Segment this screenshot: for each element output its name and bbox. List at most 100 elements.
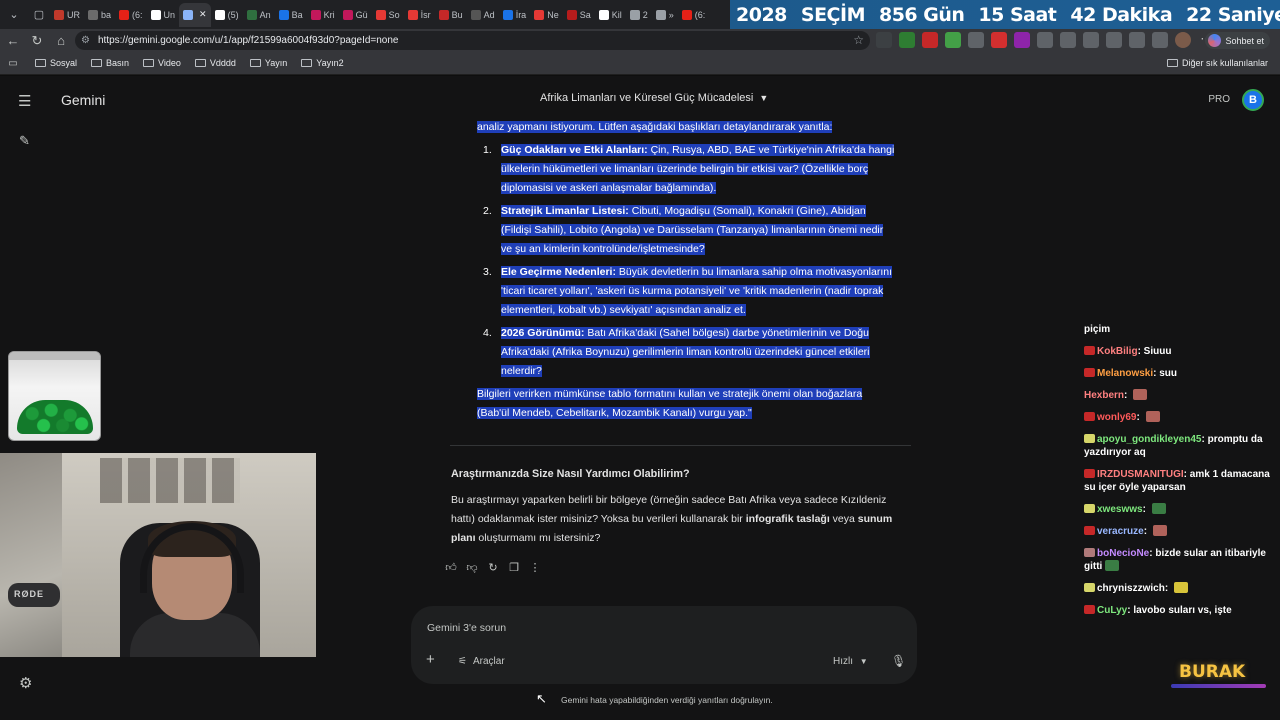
bookmark-folder[interactable]: Yayın: [249, 58, 287, 68]
extension-icon[interactable]: [968, 32, 984, 48]
chat-username[interactable]: boNecioNe: [1097, 548, 1149, 559]
browser-tab[interactable]: Ne: [530, 3, 563, 27]
screen: ⌄ ▢ UR ba (6: Un ✕ (5) An Ba Kri Gü So İsr Bu Ad İra Ne…: [0, 0, 1280, 720]
chat-username[interactable]: chryniszzwich: [1097, 583, 1165, 594]
prompt-outro: Bilgileri verirken mümkünse tablo format…: [477, 388, 863, 419]
other-favorites[interactable]: Diğer sık kullanılanlar: [1166, 58, 1268, 68]
bookmark-folder[interactable]: Yayın2: [301, 58, 344, 68]
sohbet-button[interactable]: Sohbet et: [1205, 32, 1270, 49]
folder-icon: [35, 59, 46, 67]
browser-tab[interactable]: Ad: [467, 3, 499, 27]
conversation-title[interactable]: Afrika Limanları ve Küresel Güç Mücadele…: [540, 92, 768, 104]
bookmark-label: Vdddd: [209, 58, 236, 68]
webcam-wall-frames: [100, 458, 240, 503]
copy-icon[interactable]: ❐: [508, 561, 520, 574]
thumbs-down-icon[interactable]: 👎︎: [466, 561, 478, 574]
browser-tab[interactable]: ba: [84, 3, 115, 27]
tab-search-icon[interactable]: ⌄: [3, 4, 25, 26]
bookmark-folder[interactable]: Basın: [91, 58, 129, 68]
chat-username[interactable]: CuLyy: [1097, 605, 1127, 616]
browser-tab[interactable]: İsr: [404, 3, 435, 27]
sidebar-icon[interactable]: [1060, 32, 1076, 48]
chat-username[interactable]: apoyu_gondikleyen45: [1097, 434, 1201, 445]
chat-badge-icon: [1084, 605, 1095, 614]
prompt-input-box[interactable]: Gemini 3'e sorun + ⚟ Araçlar Hızlı ▼ 🎙︎: [411, 606, 917, 684]
browser-tab[interactable]: (5): [211, 3, 243, 27]
extension-icon[interactable]: [922, 32, 938, 48]
chat-username[interactable]: veracruze: [1097, 526, 1144, 537]
chat-message: wonly69:: [1084, 411, 1276, 424]
model-speed-select[interactable]: Hızlı ▼: [833, 656, 868, 667]
gemini-brand[interactable]: Gemini: [61, 92, 105, 108]
home-icon[interactable]: ⌂: [49, 30, 73, 52]
browser-tab[interactable]: ✕: [179, 2, 211, 27]
chat-username[interactable]: KokBilig: [1097, 346, 1138, 357]
browser-tab[interactable]: Bu: [435, 3, 467, 27]
puzzle-icon[interactable]: [1037, 32, 1053, 48]
settings-gear-icon[interactable]: ⚙: [19, 674, 32, 692]
favorites-icon[interactable]: [1106, 32, 1122, 48]
chat-username[interactable]: Melanowski: [1097, 368, 1153, 379]
browser-tab[interactable]: Kil: [595, 3, 626, 27]
browser-tab[interactable]: »: [652, 3, 678, 27]
bookmark-label: Video: [158, 58, 181, 68]
prompt-intro: analiz yapmanı istiyorum. Lütfen aşağıda…: [477, 121, 833, 133]
extension-icon[interactable]: [1129, 32, 1145, 48]
bookmark-folder[interactable]: Vdddd: [194, 58, 236, 68]
site-info-icon[interactable]: ⚙: [81, 35, 90, 46]
chat-username[interactable]: wonly69: [1097, 412, 1136, 423]
chat-username[interactable]: Hexbern: [1084, 390, 1124, 401]
browser-tab[interactable]: İra: [499, 3, 531, 27]
bookmark-star-icon[interactable]: ☆: [853, 33, 864, 47]
microphone-icon[interactable]: 🎙︎: [891, 654, 906, 668]
chat-username[interactable]: IRZDUSMANITUGI: [1097, 469, 1184, 480]
extension-icon[interactable]: [945, 32, 961, 48]
browser-tab[interactable]: Ba: [275, 3, 307, 27]
address-bar[interactable]: ⚙ https://gemini.google.com/u/1/app/f215…: [75, 31, 870, 50]
browser-tab[interactable]: Un: [147, 3, 180, 27]
browser-tab[interactable]: (6:: [678, 3, 710, 27]
extension-icon[interactable]: [1083, 32, 1099, 48]
tab-favicon-icon: [438, 9, 449, 20]
tab-label: (6:: [694, 9, 706, 20]
add-attachment-icon[interactable]: +: [426, 651, 435, 668]
tab-label: (6:: [132, 9, 143, 20]
chat-username[interactable]: xweswws: [1097, 504, 1143, 515]
extension-icon[interactable]: [991, 32, 1007, 48]
browser-tab[interactable]: UR: [50, 3, 84, 27]
tab-label: ba: [101, 9, 112, 20]
collections-icon[interactable]: ▭: [1, 52, 25, 74]
streamer-name: BURAK: [1179, 662, 1246, 682]
browser-tab[interactable]: 2: [626, 3, 652, 27]
menu-icon[interactable]: ☰: [18, 92, 36, 110]
more-options-icon[interactable]: ⋮: [529, 561, 541, 574]
extension-icon[interactable]: [876, 32, 892, 48]
extension-icon[interactable]: [1014, 32, 1030, 48]
browser-tab[interactable]: So: [372, 3, 404, 27]
browser-tab[interactable]: Sa: [563, 3, 595, 27]
tab-label: (5): [227, 9, 239, 20]
tab-favicon-icon: [246, 9, 257, 20]
chat-message: CuLyy: lavobo suları vs, işte: [1084, 604, 1276, 617]
screenshot-icon[interactable]: [1152, 32, 1168, 48]
back-icon[interactable]: ←: [1, 30, 25, 52]
tab-favicon-icon: [598, 9, 609, 20]
browser-tab[interactable]: Kri: [307, 3, 339, 27]
profile-avatar-icon[interactable]: [1175, 32, 1191, 48]
thumbs-up-icon[interactable]: 👍︎: [445, 561, 457, 574]
browser-tab[interactable]: An: [243, 3, 275, 27]
account-avatar[interactable]: B: [1242, 89, 1264, 111]
prompt-input[interactable]: Gemini 3'e sorun: [427, 622, 506, 634]
browser-tab[interactable]: (6:: [115, 3, 147, 27]
workspaces-icon[interactable]: ▢: [28, 4, 50, 26]
bookmark-folder[interactable]: Video: [143, 58, 181, 68]
new-chat-icon[interactable]: ✎: [19, 133, 30, 149]
bookmark-folder[interactable]: Sosyal: [35, 58, 77, 68]
tools-button[interactable]: ⚟ Araçlar: [458, 656, 505, 667]
tab-label: Bu: [451, 9, 463, 20]
extension-icon[interactable]: [899, 32, 915, 48]
reload-icon[interactable]: ↻: [25, 30, 49, 52]
regenerate-icon[interactable]: ↻: [487, 561, 499, 574]
browser-tab[interactable]: Gü: [339, 3, 372, 27]
close-tab-icon[interactable]: ✕: [199, 9, 207, 20]
